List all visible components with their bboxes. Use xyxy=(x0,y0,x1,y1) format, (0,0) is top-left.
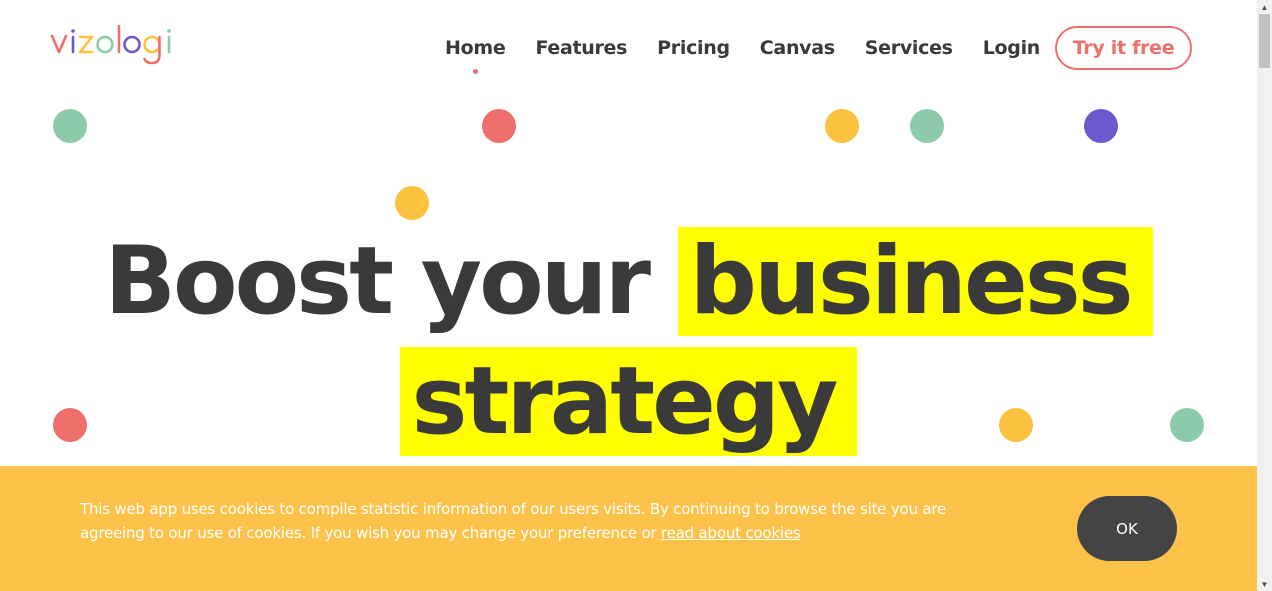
nav-home[interactable]: Home xyxy=(445,37,506,74)
page: Home Features Pricing Canvas Services Lo… xyxy=(0,0,1257,591)
cookie-message-text: This web app uses cookies to compile sta… xyxy=(80,500,947,542)
decor-dot-coral xyxy=(482,109,516,143)
scroll-up-arrow-icon[interactable]: ▲ xyxy=(1257,0,1272,14)
vizologi-logo-mark xyxy=(50,24,171,65)
decor-dot-yellow xyxy=(825,109,859,143)
hero-line-1: Boost your business xyxy=(0,222,1257,342)
decor-dot-green xyxy=(53,109,87,143)
cookie-banner: This web app uses cookies to compile sta… xyxy=(0,466,1257,591)
cookie-ok-button[interactable]: OK xyxy=(1077,496,1177,561)
nav-features[interactable]: Features xyxy=(535,37,627,59)
main-nav: Home Features Pricing Canvas Services Lo… xyxy=(445,37,1070,74)
nav-services[interactable]: Services xyxy=(865,37,953,59)
hero-highlight-strategy: strategy xyxy=(399,347,858,456)
read-about-cookies-link[interactable]: read about cookies xyxy=(661,524,801,542)
hero-highlight-business: business xyxy=(677,227,1153,336)
hero-text-plain: Boost your xyxy=(104,227,651,336)
scrollbar-thumb[interactable] xyxy=(1259,14,1270,68)
nav-pricing[interactable]: Pricing xyxy=(657,37,730,59)
nav-canvas[interactable]: Canvas xyxy=(760,37,835,59)
try-it-free-button[interactable]: Try it free xyxy=(1055,26,1192,70)
cookie-message: This web app uses cookies to compile sta… xyxy=(80,497,1010,545)
decor-dot-green xyxy=(910,109,944,143)
vertical-scrollbar[interactable]: ▲ ▼ xyxy=(1257,0,1272,591)
decor-dot-purple xyxy=(1084,109,1118,143)
hero-line-2: strategy xyxy=(0,342,1257,462)
decor-dot-yellow xyxy=(395,186,429,220)
hero-headline: Boost your business strategy xyxy=(0,222,1257,462)
nav-login[interactable]: Login xyxy=(983,37,1041,59)
vizologi-logo[interactable] xyxy=(50,22,175,70)
scroll-down-arrow-icon[interactable]: ▼ xyxy=(1257,577,1272,591)
